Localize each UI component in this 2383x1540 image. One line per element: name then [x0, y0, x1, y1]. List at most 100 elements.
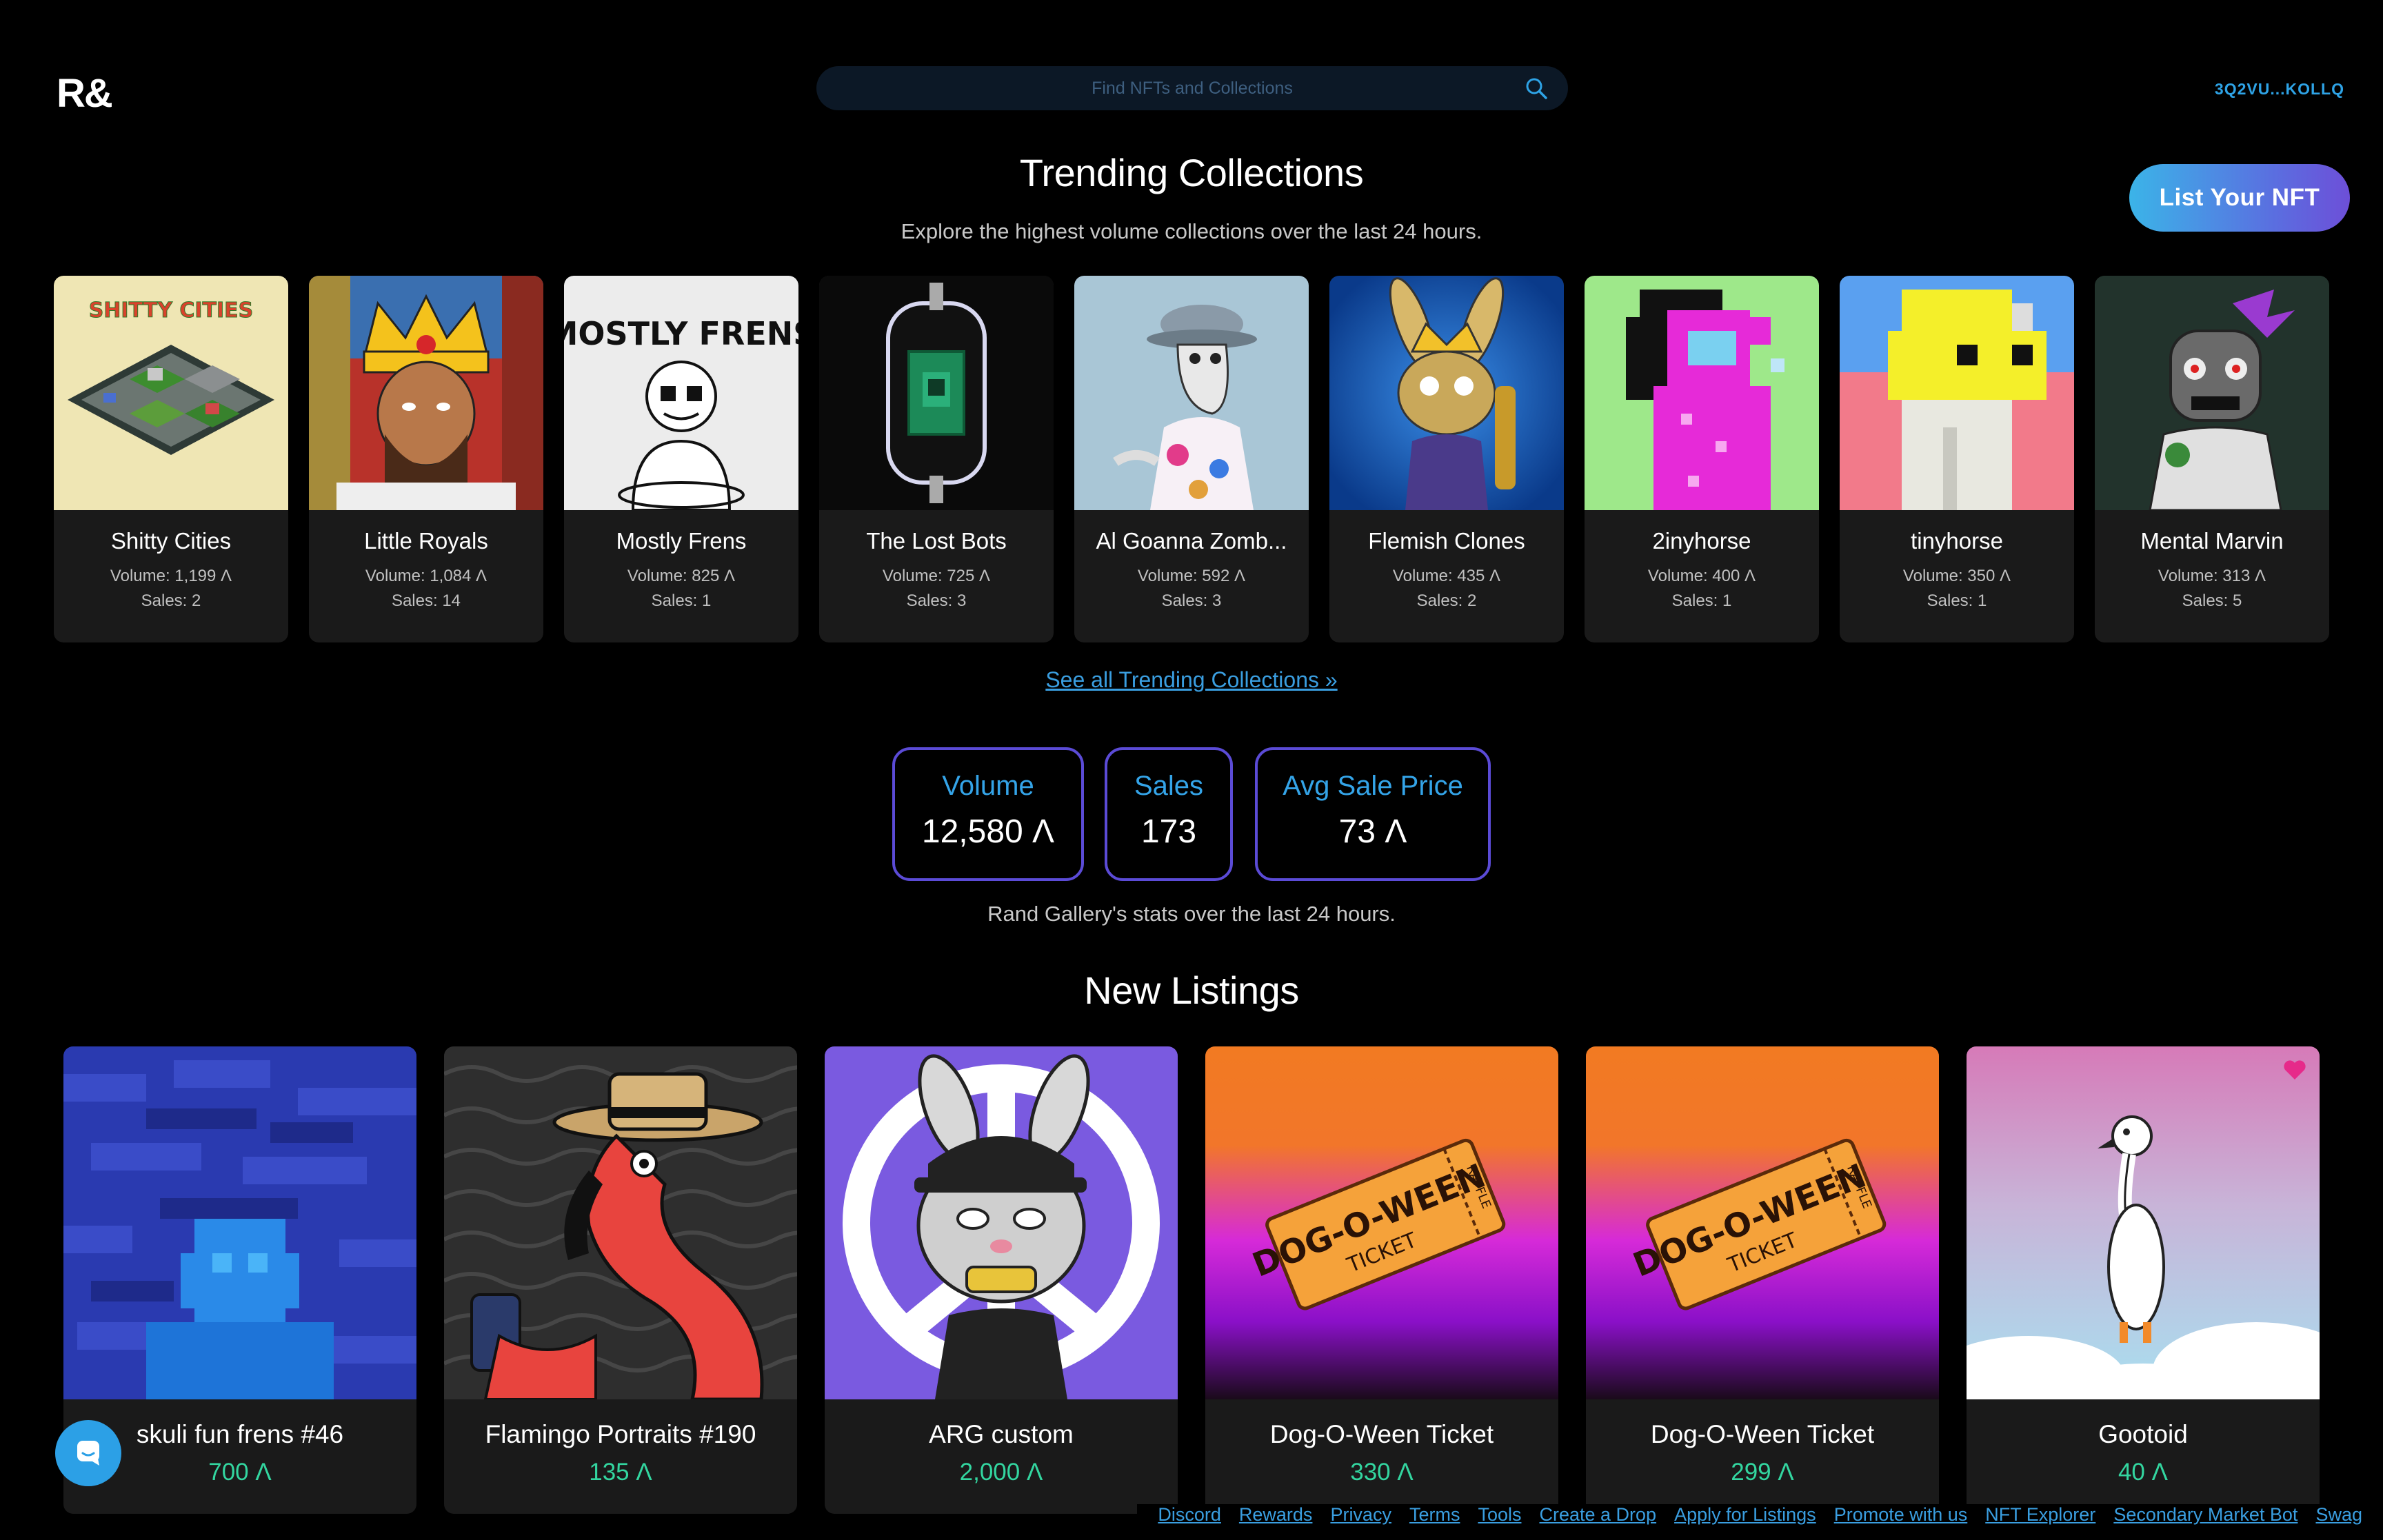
collection-image[interactable]	[2095, 276, 2329, 510]
listing-name[interactable]: Gootoid	[1967, 1420, 2320, 1449]
collection-sales: Sales: 2	[1416, 591, 1477, 610]
collection-image[interactable]: SHITTY CITIES	[54, 276, 288, 510]
footer-link-tools[interactable]: Tools	[1478, 1504, 1521, 1532]
listing-name[interactable]: ARG custom	[825, 1420, 1178, 1449]
footer-link-discord[interactable]: Discord	[1158, 1504, 1221, 1532]
listing-price: 330 Ʌ	[1350, 1459, 1414, 1486]
collection-image[interactable]	[1074, 276, 1309, 510]
collection-image[interactable]	[1840, 276, 2074, 510]
stat-sales-label: Sales	[1134, 771, 1204, 801]
trending-card[interactable]: Al Goanna Zomb... Volume: 592 Ʌ Sales: 3	[1074, 276, 1309, 642]
collection-name[interactable]: Shitty Cities	[54, 528, 288, 554]
footer-link-create-drop[interactable]: Create a Drop	[1539, 1504, 1656, 1532]
chat-button[interactable]	[55, 1420, 121, 1486]
footer-link-nft-explorer[interactable]: NFT Explorer	[1985, 1504, 2095, 1532]
stat-volume-label: Volume	[942, 771, 1034, 801]
collection-image[interactable]	[819, 276, 1054, 510]
collection-name[interactable]: Mostly Frens	[564, 528, 798, 554]
trending-card[interactable]: 2inyhorse Volume: 400 Ʌ Sales: 1	[1585, 276, 1819, 642]
listing-image[interactable]: DOG-O-WEEN TICKET RAFFLE	[1586, 1046, 1939, 1399]
collection-sales: Sales: 2	[141, 591, 201, 610]
collection-volume: Volume: 350 Ʌ	[1902, 567, 2011, 585]
listing-card[interactable]: DOG-O-WEEN TICKET RAFFLE Dog-O-Ween Tick…	[1586, 1046, 1939, 1514]
footer-link-apply-listings[interactable]: Apply for Listings	[1674, 1504, 1816, 1532]
trending-card[interactable]: MOSTLY FRENS Mostly Frens Volume: 825 Ʌ …	[564, 276, 798, 642]
collection-volume: Volume: 825 Ʌ	[627, 567, 736, 585]
collection-name[interactable]: The Lost Bots	[819, 528, 1054, 554]
collection-name[interactable]: Al Goanna Zomb...	[1074, 528, 1309, 554]
collection-sales: Sales: 14	[391, 591, 461, 610]
search-bar[interactable]	[816, 66, 1568, 110]
listing-name[interactable]: Dog-O-Ween Ticket	[1586, 1420, 1939, 1449]
listing-card[interactable]: ARG custom 2,000 Ʌ	[825, 1046, 1178, 1514]
trending-card[interactable]: Mental Marvin Volume: 313 Ʌ Sales: 5	[2095, 276, 2329, 642]
collection-name[interactable]: Flemish Clones	[1329, 528, 1564, 554]
listing-card[interactable]: Flamingo Portraits #190 135 Ʌ	[444, 1046, 797, 1514]
footer-link-promote[interactable]: Promote with us	[1834, 1504, 1968, 1532]
collection-sales: Sales: 1	[1671, 591, 1732, 610]
trending-title: Trending Collections	[1019, 151, 1364, 194]
heart-icon[interactable]	[2281, 1056, 2309, 1084]
listing-price: 2,000 Ʌ	[959, 1459, 1043, 1486]
listing-image[interactable]	[825, 1046, 1178, 1399]
collection-sales: Sales: 5	[2182, 591, 2242, 610]
footer-link-rewards[interactable]: Rewards	[1239, 1504, 1313, 1532]
footer-links: Discord Rewards Privacy Terms Tools Crea…	[1137, 1504, 2362, 1532]
chat-icon	[77, 1441, 99, 1466]
listing-image[interactable]	[444, 1046, 797, 1399]
collection-image[interactable]	[1585, 276, 1819, 510]
collection-volume: Volume: 1,199 Ʌ	[110, 567, 232, 585]
collection-volume: Volume: 435 Ʌ	[1392, 567, 1501, 585]
collection-name[interactable]: 2inyhorse	[1585, 528, 1819, 554]
trending-card[interactable]: SHITTY CITIES Shitty Cities Volume: 1,19…	[54, 276, 288, 642]
listing-name[interactable]: Flamingo Portraits #190	[444, 1420, 797, 1449]
trending-card[interactable]: The Lost Bots Volume: 725 Ʌ Sales: 3	[819, 276, 1054, 642]
collection-name[interactable]: tinyhorse	[1840, 528, 2074, 554]
listing-card[interactable]: Gootoid 40 Ʌ	[1967, 1046, 2320, 1514]
collection-image[interactable]	[309, 276, 543, 510]
collection-volume: Volume: 313 Ʌ	[2158, 567, 2266, 585]
listing-price: 135 Ʌ	[589, 1459, 652, 1486]
collection-image[interactable]: MOSTLY FRENS	[564, 276, 798, 510]
listing-image[interactable]: DOG-O-WEEN TICKET RAFFLE	[1205, 1046, 1558, 1399]
stats-subtitle: Rand Gallery's stats over the last 24 ho…	[987, 902, 1396, 926]
listing-price: 299 Ʌ	[1731, 1459, 1794, 1486]
collection-name[interactable]: Mental Marvin	[2095, 528, 2329, 554]
collection-volume: Volume: 592 Ʌ	[1137, 567, 1246, 585]
trending-collections-row: SHITTY CITIES Shitty Cities Volume: 1,19…	[54, 276, 2329, 644]
stat-avg-label: Avg Sale Price	[1283, 771, 1463, 801]
see-all-trending-link[interactable]: See all Trending Collections »	[0, 667, 2383, 693]
site-logo[interactable]: R&	[57, 70, 113, 116]
wallet-address[interactable]: 3Q2VU...KOLLQ	[2215, 80, 2344, 99]
stat-sales: Sales 173	[1105, 747, 1233, 881]
listing-image[interactable]	[63, 1046, 416, 1399]
listing-image[interactable]	[1967, 1046, 2320, 1399]
footer-link-terms[interactable]: Terms	[1409, 1504, 1460, 1532]
collection-logo-text: MOSTLY FRENS	[564, 315, 798, 352]
search-icon[interactable]	[1524, 76, 1549, 101]
stat-avg-value: 73 Ʌ	[1338, 813, 1407, 850]
trending-card[interactable]: Flemish Clones Volume: 435 Ʌ Sales: 2	[1329, 276, 1564, 642]
collection-image[interactable]	[1329, 276, 1564, 510]
collection-logo-text: SHITTY CITIES	[89, 298, 254, 323]
collection-sales: Sales: 1	[651, 591, 712, 610]
trending-card[interactable]: tinyhorse Volume: 350 Ʌ Sales: 1	[1840, 276, 2074, 642]
footer-link-swag[interactable]: Swag	[2315, 1504, 2362, 1532]
listing-price: 40 Ʌ	[2118, 1459, 2169, 1486]
new-listings-title: New Listings	[1084, 969, 1299, 1012]
listing-card[interactable]: DOG-O-WEEN TICKET RAFFLE Dog-O-Ween Tick…	[1205, 1046, 1558, 1514]
collection-volume: Volume: 1,084 Ʌ	[365, 567, 487, 585]
collection-sales: Sales: 3	[906, 591, 967, 610]
footer-link-market-bot[interactable]: Secondary Market Bot	[2113, 1504, 2297, 1532]
collection-volume: Volume: 725 Ʌ	[882, 567, 991, 585]
stat-sales-value: 173	[1140, 813, 1197, 850]
stat-volume-value: 12,580 Ʌ	[921, 813, 1055, 850]
collection-sales: Sales: 3	[1161, 591, 1222, 610]
trending-subtitle: Explore the highest volume collections o…	[901, 219, 1482, 243]
trending-card[interactable]: Little Royals Volume: 1,084 Ʌ Sales: 14	[309, 276, 543, 642]
collection-name[interactable]: Little Royals	[309, 528, 543, 554]
collection-sales: Sales: 1	[1927, 591, 1987, 610]
footer-link-privacy[interactable]: Privacy	[1330, 1504, 1391, 1532]
listing-name[interactable]: Dog-O-Ween Ticket	[1205, 1420, 1558, 1449]
search-input[interactable]	[882, 78, 1502, 99]
